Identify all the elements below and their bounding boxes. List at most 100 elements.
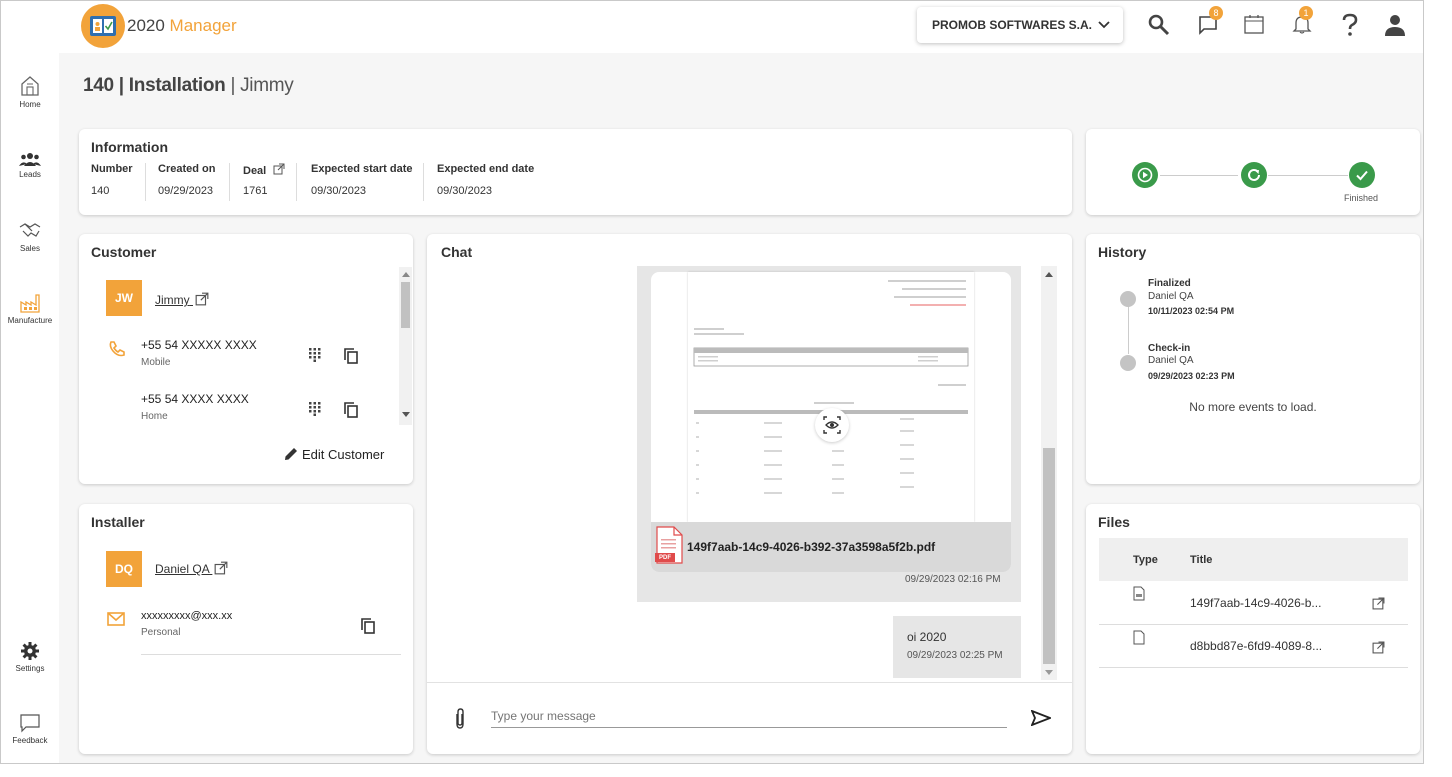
files-column-type[interactable]: Type	[1133, 554, 1158, 566]
history-dot	[1120, 291, 1136, 307]
account-button[interactable]	[1383, 13, 1407, 40]
home-icon	[21, 76, 39, 96]
sidebar: Home Leads Sales Manufacture Settings Fe…	[1, 1, 59, 763]
scroll-up-icon[interactable]	[402, 271, 410, 277]
company-selector[interactable]: PROMOB SOFTWARES S.A.	[917, 7, 1123, 43]
dialpad-icon[interactable]	[309, 348, 321, 362]
installer-card: Installer DQ Daniel QA xxxxxxxxx@xxx.xx …	[79, 504, 413, 754]
chat-card: Chat PDF 149f7aab-14c9-4026-b392-37a3598…	[427, 234, 1072, 754]
history-event-time: 09/29/2023 02:23 PM	[1148, 371, 1235, 381]
step-start[interactable]	[1132, 162, 1158, 188]
installer-email-type: Personal	[141, 627, 181, 638]
pencil-icon	[285, 448, 297, 460]
scroll-down-icon[interactable]	[402, 412, 410, 418]
file-row-title[interactable]: 149f7aab-14c9-4026-b...	[1190, 596, 1321, 610]
sidebar-item-manufacture[interactable]: Manufacture	[1, 293, 59, 325]
history-card: History Finalized Daniel QA 10/11/2023 0…	[1086, 234, 1420, 484]
deal-value[interactable]: 1761	[243, 185, 267, 197]
history-event-title: Check-in	[1148, 343, 1191, 354]
help-button[interactable]	[1341, 13, 1359, 40]
files-title: Files	[1098, 514, 1130, 530]
external-link-icon[interactable]	[273, 163, 285, 175]
sidebar-item-label: Sales	[19, 244, 40, 253]
step-finished-label: Finished	[1344, 193, 1379, 203]
scroll-down-icon[interactable]	[1045, 670, 1053, 676]
file-icon	[1133, 630, 1145, 645]
check-icon	[1356, 170, 1368, 181]
sidebar-item-sales[interactable]: Sales	[1, 221, 59, 253]
notifications-button[interactable]: 1	[1291, 6, 1313, 38]
mail-icon	[107, 612, 125, 626]
eye-icon	[823, 416, 841, 434]
phone-icon	[109, 341, 125, 357]
pdf-preview[interactable]: PDF 149f7aab-14c9-4026-b392-37a3598a5f2b…	[651, 272, 1011, 572]
dialpad-icon[interactable]	[309, 402, 321, 416]
phone-number: +55 54 XXXXX XXXX	[141, 338, 257, 352]
sidebar-item-label: Feedback	[12, 736, 48, 745]
information-title: Information	[91, 139, 168, 155]
file-name: 149f7aab-14c9-4026-b392-37a3598a5f2b.pdf	[687, 540, 936, 554]
files-column-title[interactable]: Title	[1190, 554, 1212, 566]
refresh-icon	[1248, 168, 1260, 181]
copy-icon[interactable]	[361, 618, 375, 634]
messages-badge: 8	[1209, 6, 1223, 20]
installer-name-link[interactable]: Daniel QA	[155, 561, 228, 576]
copy-icon[interactable]	[344, 402, 358, 418]
sidebar-item-settings[interactable]: Settings	[1, 641, 59, 673]
status-card: Finished	[1086, 129, 1420, 215]
customer-title: Customer	[91, 244, 157, 260]
page-type: Installation	[128, 75, 226, 96]
history-event-time: 10/11/2023 02:54 PM	[1148, 306, 1235, 316]
factory-icon	[20, 294, 40, 313]
phone-number: +55 54 XXXX XXXX	[141, 392, 249, 406]
phone-type: Home	[141, 411, 168, 422]
app-logo[interactable]	[81, 4, 125, 48]
expected-start-label: Expected start date	[311, 163, 413, 175]
open-external-icon[interactable]	[1372, 641, 1385, 654]
chat-scrollbar-thumb[interactable]	[1043, 448, 1055, 664]
send-icon[interactable]	[1031, 710, 1051, 726]
search-icon	[1148, 14, 1170, 36]
page-title: 140 | Installation | Jimmy	[83, 75, 294, 96]
file-row-title[interactable]: d8bbd87e-6fd9-4089-8...	[1190, 639, 1322, 653]
copy-icon[interactable]	[344, 348, 358, 364]
calendar-icon	[1244, 15, 1264, 34]
calendar-button[interactable]	[1243, 13, 1265, 38]
sidebar-item-home[interactable]: Home	[1, 75, 59, 109]
sidebar-item-label: Manufacture	[7, 316, 53, 325]
edit-customer-button[interactable]: Edit Customer	[283, 446, 384, 462]
step-checkin[interactable]	[1241, 162, 1267, 188]
sidebar-item-leads[interactable]: Leads	[1, 151, 59, 179]
expected-end-label: Expected end date	[437, 163, 535, 175]
timeline-line	[1128, 304, 1129, 354]
people-icon	[19, 153, 41, 166]
message-timestamp: 09/29/2023 02:25 PM	[907, 650, 1003, 661]
open-external-icon[interactable]	[1372, 597, 1385, 610]
deal-label: Deal	[243, 163, 285, 177]
search-button[interactable]	[1147, 13, 1171, 40]
divider	[296, 163, 297, 201]
customer-avatar: JW	[106, 280, 142, 316]
divider	[423, 163, 424, 201]
pdf-file-bar[interactable]: PDF 149f7aab-14c9-4026-b392-37a3598a5f2b…	[651, 522, 1011, 572]
step-finished[interactable]	[1349, 162, 1375, 188]
installer-email: xxxxxxxxx@xxx.xx	[141, 610, 233, 622]
customer-scrollbar-thumb[interactable]	[401, 282, 410, 328]
app-window: Home Leads Sales Manufacture Settings Fe…	[0, 0, 1424, 764]
scroll-up-icon[interactable]	[1045, 271, 1053, 277]
message-input[interactable]	[491, 704, 1007, 728]
app-name-part-a: 2020	[127, 16, 165, 35]
document-preview-graphic	[693, 280, 969, 494]
messages-button[interactable]: 8	[1197, 6, 1223, 38]
step-connector	[1160, 175, 1238, 176]
customer-name-link[interactable]: Jimmy	[155, 292, 209, 307]
help-icon	[1342, 13, 1358, 36]
files-card: Files Type Title 149f7aab-14c9-4026-b...…	[1086, 504, 1420, 754]
history-dot	[1120, 355, 1136, 371]
file-timestamp: 09/29/2023 02:16 PM	[905, 574, 1001, 585]
sidebar-item-feedback[interactable]: Feedback	[1, 713, 59, 745]
history-title: History	[1098, 244, 1147, 260]
preview-button[interactable]	[815, 408, 849, 442]
attachment-icon[interactable]	[454, 708, 466, 730]
edit-customer-label: Edit Customer	[302, 447, 385, 462]
